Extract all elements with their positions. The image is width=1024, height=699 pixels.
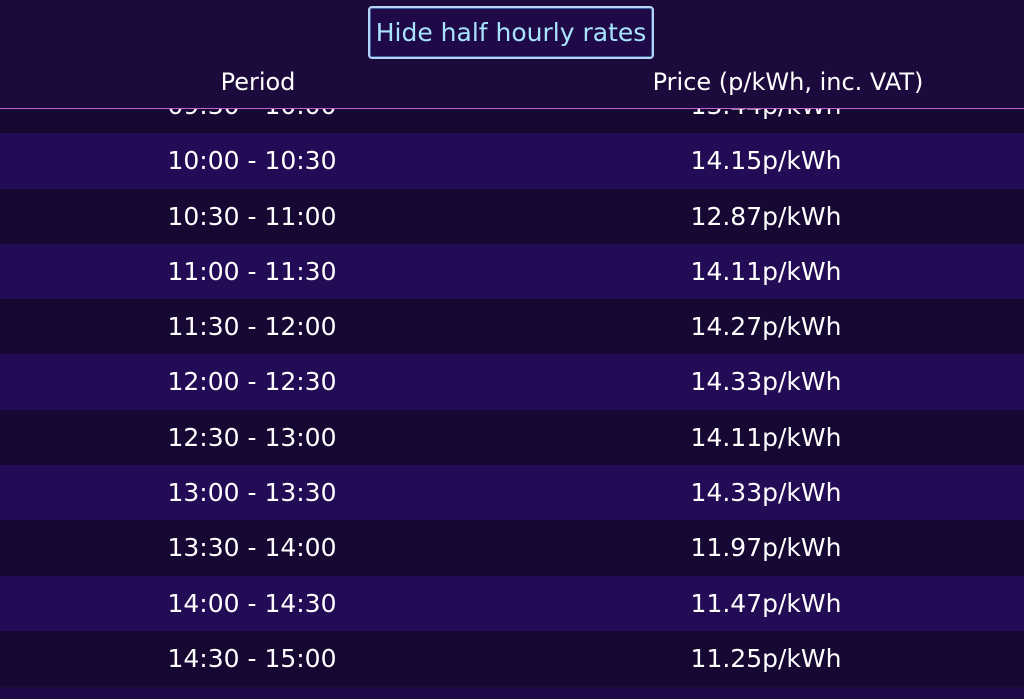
period-cell: 14:00 - 14:30 [167, 588, 337, 618]
period-cell: 13:30 - 14:00 [167, 533, 337, 563]
table-row: 10:00 - 10:30 14.15p/kWh [0, 133, 1024, 189]
period-cell: 10:30 - 11:00 [167, 201, 337, 231]
period-cell: 14:30 - 15:00 [167, 643, 337, 673]
period-cell: 13:00 - 13:30 [167, 478, 337, 508]
rates-page: Hide half hourly rates Period Price (p/k… [0, 0, 1024, 699]
header-divider [0, 108, 1024, 109]
period-cell: 12:30 - 13:00 [167, 422, 337, 452]
table-row: 13:00 - 13:30 14.33p/kWh [0, 465, 1024, 521]
table-row: 11:00 - 11:30 14.11p/kWh [0, 243, 1024, 300]
price-cell: 11.25p/kWh [690, 643, 842, 673]
rates-table-header: Period Price (p/kWh, inc. VAT) [0, 60, 1024, 108]
table-row: 10:30 - 11:00 12.87p/kWh [0, 188, 1024, 244]
hide-half-hourly-rates-button[interactable]: Hide half hourly rates [367, 6, 655, 59]
table-row: 14:00 - 14:30 11.47p/kWh [0, 575, 1024, 631]
table-row: 13:30 - 14:00 11.97p/kWh [0, 520, 1024, 576]
price-cell: 12.87p/kWh [690, 201, 842, 231]
price-cell: 11.97p/kWh [690, 533, 842, 563]
table-row: 12:30 - 13:00 14.11p/kWh [0, 409, 1024, 466]
rates-table-body[interactable]: 09:30 - 10:00 13.44p/kWh 10:00 - 10:30 1… [0, 78, 1024, 687]
toggle-container: Hide half hourly rates [0, 6, 1024, 59]
table-row: 11:30 - 12:00 14.27p/kWh [0, 299, 1024, 355]
next-row-edge [0, 688, 1024, 699]
table-row: 14:30 - 15:00 11.25p/kWh [0, 630, 1024, 687]
price-cell: 14.27p/kWh [690, 312, 842, 342]
period-cell: 10:00 - 10:30 [167, 146, 337, 176]
price-cell: 14.11p/kWh [690, 256, 842, 286]
price-cell: 11.47p/kWh [690, 588, 842, 618]
period-cell: 11:30 - 12:00 [167, 312, 337, 342]
period-column-header: Period [220, 68, 296, 96]
price-cell: 14.15p/kWh [690, 146, 842, 176]
price-cell: 14.11p/kWh [690, 422, 842, 452]
period-cell: 12:00 - 12:30 [167, 367, 337, 397]
table-row: 12:00 - 12:30 14.33p/kWh [0, 354, 1024, 410]
period-cell: 11:00 - 11:30 [167, 256, 337, 286]
price-cell: 14.33p/kWh [690, 367, 842, 397]
price-column-header: Price (p/kWh, inc. VAT) [652, 68, 924, 96]
price-cell: 14.33p/kWh [690, 478, 842, 508]
